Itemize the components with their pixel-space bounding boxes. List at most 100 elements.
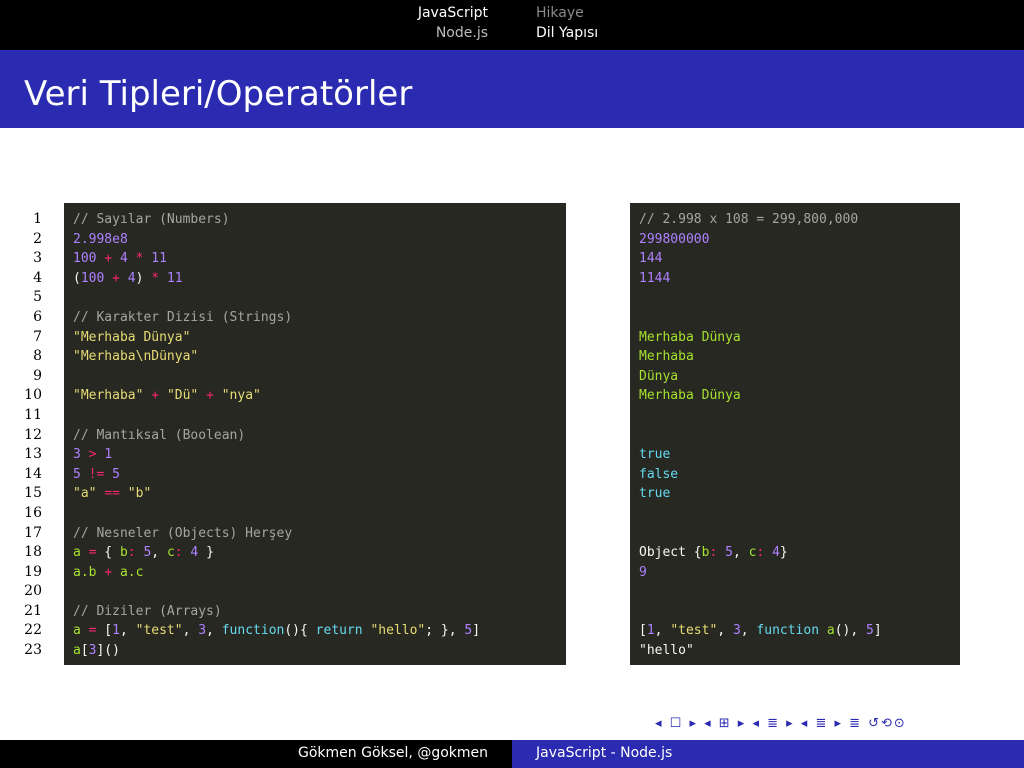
- code-token: "nya": [221, 388, 261, 404]
- code-token: 2.998e8: [73, 231, 128, 247]
- top-nav-right: Hikaye Dil Yapısı: [512, 0, 1024, 50]
- code-line: 1144: [639, 269, 960, 289]
- line-number: 1: [33, 211, 42, 227]
- code-line: // Karakter Dizisi (Strings): [73, 308, 566, 328]
- code-token: }: [779, 545, 788, 561]
- code-token: 1144: [639, 270, 671, 286]
- code-token: 3: [73, 447, 81, 463]
- code-token: // Mantıksal (Boolean): [73, 427, 246, 443]
- code-token: 100: [80, 270, 105, 286]
- nav-section-hikaye[interactable]: Hikaye: [536, 5, 584, 21]
- code-token: // Karakter Dizisi (Strings): [73, 309, 293, 325]
- code-token: Merhaba Dünya: [639, 329, 741, 345]
- code-token: "hello": [370, 623, 426, 639]
- code-line: "hello": [639, 641, 960, 661]
- code-line: 5 != 5: [73, 465, 566, 485]
- code-token: 11: [151, 251, 167, 267]
- code-token: +: [206, 388, 214, 404]
- line-number: 10: [24, 387, 42, 404]
- code-token: ,: [717, 623, 733, 639]
- code-line: a = [1, "test", 3, function(){ return "h…: [73, 621, 566, 641]
- line-number: 9: [33, 367, 42, 384]
- code-token: a: [73, 643, 81, 659]
- beamer-navigation-symbols[interactable]: ◂ ☐ ▸ ◂ ⊞ ▸ ◂ ≣ ▸ ◂ ≣ ▸ ≣ ↺⟲⊙: [655, 716, 907, 731]
- code-token: "test": [135, 623, 183, 639]
- code-token: :: [127, 545, 136, 561]
- code-line: 3 > 1: [73, 445, 566, 465]
- code-line: a[3](): [73, 641, 566, 661]
- nav-section-dil-yapisi[interactable]: Dil Yapısı: [536, 25, 598, 41]
- code-token: "Dü": [166, 388, 199, 404]
- code-line: Merhaba Dünya: [639, 328, 960, 348]
- code-token: "hello": [639, 643, 694, 659]
- code-token: a.b: [73, 564, 97, 580]
- code-token: 3: [732, 623, 741, 639]
- code-token: ]: [873, 623, 882, 639]
- code-token: a: [73, 545, 81, 561]
- code-line: Merhaba Dünya: [639, 386, 960, 406]
- line-number: 14: [24, 465, 42, 482]
- code-token: +: [104, 564, 113, 580]
- code-token: 1: [112, 623, 120, 639]
- code-token: 5: [73, 466, 81, 482]
- line-number: 8: [33, 348, 42, 365]
- top-nav-left: JavaScript Node.js: [0, 0, 512, 50]
- code-token: Dünya: [639, 368, 679, 384]
- code-line: // 2.998 x 108 = 299,800,000: [639, 210, 960, 230]
- line-number: 6: [33, 308, 42, 325]
- code-token: b: [119, 545, 128, 561]
- code-token: 1: [646, 623, 655, 639]
- line-number: 16: [24, 504, 42, 521]
- code-token: +: [104, 251, 113, 267]
- code-token: 144: [639, 251, 663, 267]
- top-navigation-bar: JavaScript Node.js Hikaye Dil Yapısı: [0, 0, 1024, 50]
- line-number: 23: [24, 642, 42, 659]
- code-token: a: [826, 623, 835, 639]
- code-token: true: [639, 486, 671, 502]
- code-token: {: [96, 545, 120, 561]
- code-token: 299800000: [639, 231, 710, 247]
- code-token: ](): [96, 643, 120, 659]
- footer-title-text: JavaScript - Node.js: [536, 745, 673, 761]
- code-token: 1: [104, 447, 113, 463]
- nav-section-javascript[interactable]: JavaScript: [418, 5, 488, 21]
- line-number: 13: [24, 446, 42, 463]
- code-line: a = { b: 5, c: 4 }: [73, 543, 566, 563]
- code-token: 4: [127, 270, 136, 286]
- line-number: 12: [24, 426, 42, 443]
- code-token: :: [174, 545, 183, 561]
- code-line: true: [639, 445, 960, 465]
- code-line: 299800000: [639, 230, 960, 250]
- output-listing: // 2.998 x 108 = 299,800,000 299800000 144…: [630, 203, 960, 665]
- code-token: 5: [725, 545, 733, 561]
- code-line: "Merhaba\nDünya": [73, 347, 566, 367]
- footer: Gökmen Göksel, @gokmen JavaScript - Node…: [0, 740, 1024, 768]
- code-token: [: [80, 643, 89, 659]
- line-number: 17: [24, 524, 42, 541]
- slide-title-bar: Veri Tipleri/Operatörler: [0, 50, 1024, 128]
- code-token: 3: [198, 623, 207, 639]
- code-token: ==: [104, 486, 120, 502]
- code-token: ,: [732, 545, 749, 561]
- code-line: 2.998e8: [73, 230, 566, 250]
- line-number: 7: [33, 328, 42, 345]
- nav-subsection-nodejs[interactable]: Node.js: [436, 25, 488, 41]
- code-token: Object {: [639, 545, 702, 561]
- line-number: 18: [24, 544, 42, 561]
- code-token: true: [639, 447, 671, 463]
- code-token: false: [639, 466, 679, 482]
- code-token: Merhaba: [639, 349, 694, 365]
- footer-title: JavaScript - Node.js: [512, 740, 1024, 768]
